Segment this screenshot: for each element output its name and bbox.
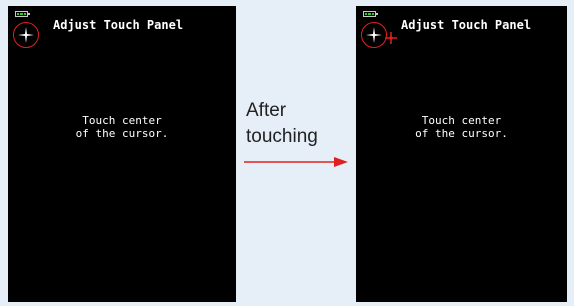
after-label-line-1: After <box>246 100 287 121</box>
touch-instruction: Touch center of the cursor. <box>356 114 567 140</box>
screen-title: Adjust Touch Panel <box>53 18 184 32</box>
touch-mark-icon <box>385 32 397 44</box>
after-label-line-2: touching <box>246 126 318 147</box>
instruction-line-1: Touch center <box>82 114 162 127</box>
battery-icon <box>363 11 378 17</box>
screen-title: Adjust Touch Panel <box>401 18 532 32</box>
crosshair-cursor-icon[interactable] <box>13 22 39 48</box>
instruction-line-1: Touch center <box>421 114 502 127</box>
after-screen: Adjust Touch Panel Touch center of the c… <box>356 6 567 302</box>
after-touching-label: After touching <box>246 98 318 150</box>
before-screen: Adjust Touch Panel Touch center of the c… <box>8 6 236 302</box>
touch-instruction: Touch center of the cursor. <box>8 114 236 140</box>
battery-icon <box>15 11 30 17</box>
right-arrow-icon <box>244 157 348 167</box>
instruction-line-2: of the cursor. <box>75 127 169 140</box>
instruction-line-2: of the cursor. <box>415 127 508 140</box>
